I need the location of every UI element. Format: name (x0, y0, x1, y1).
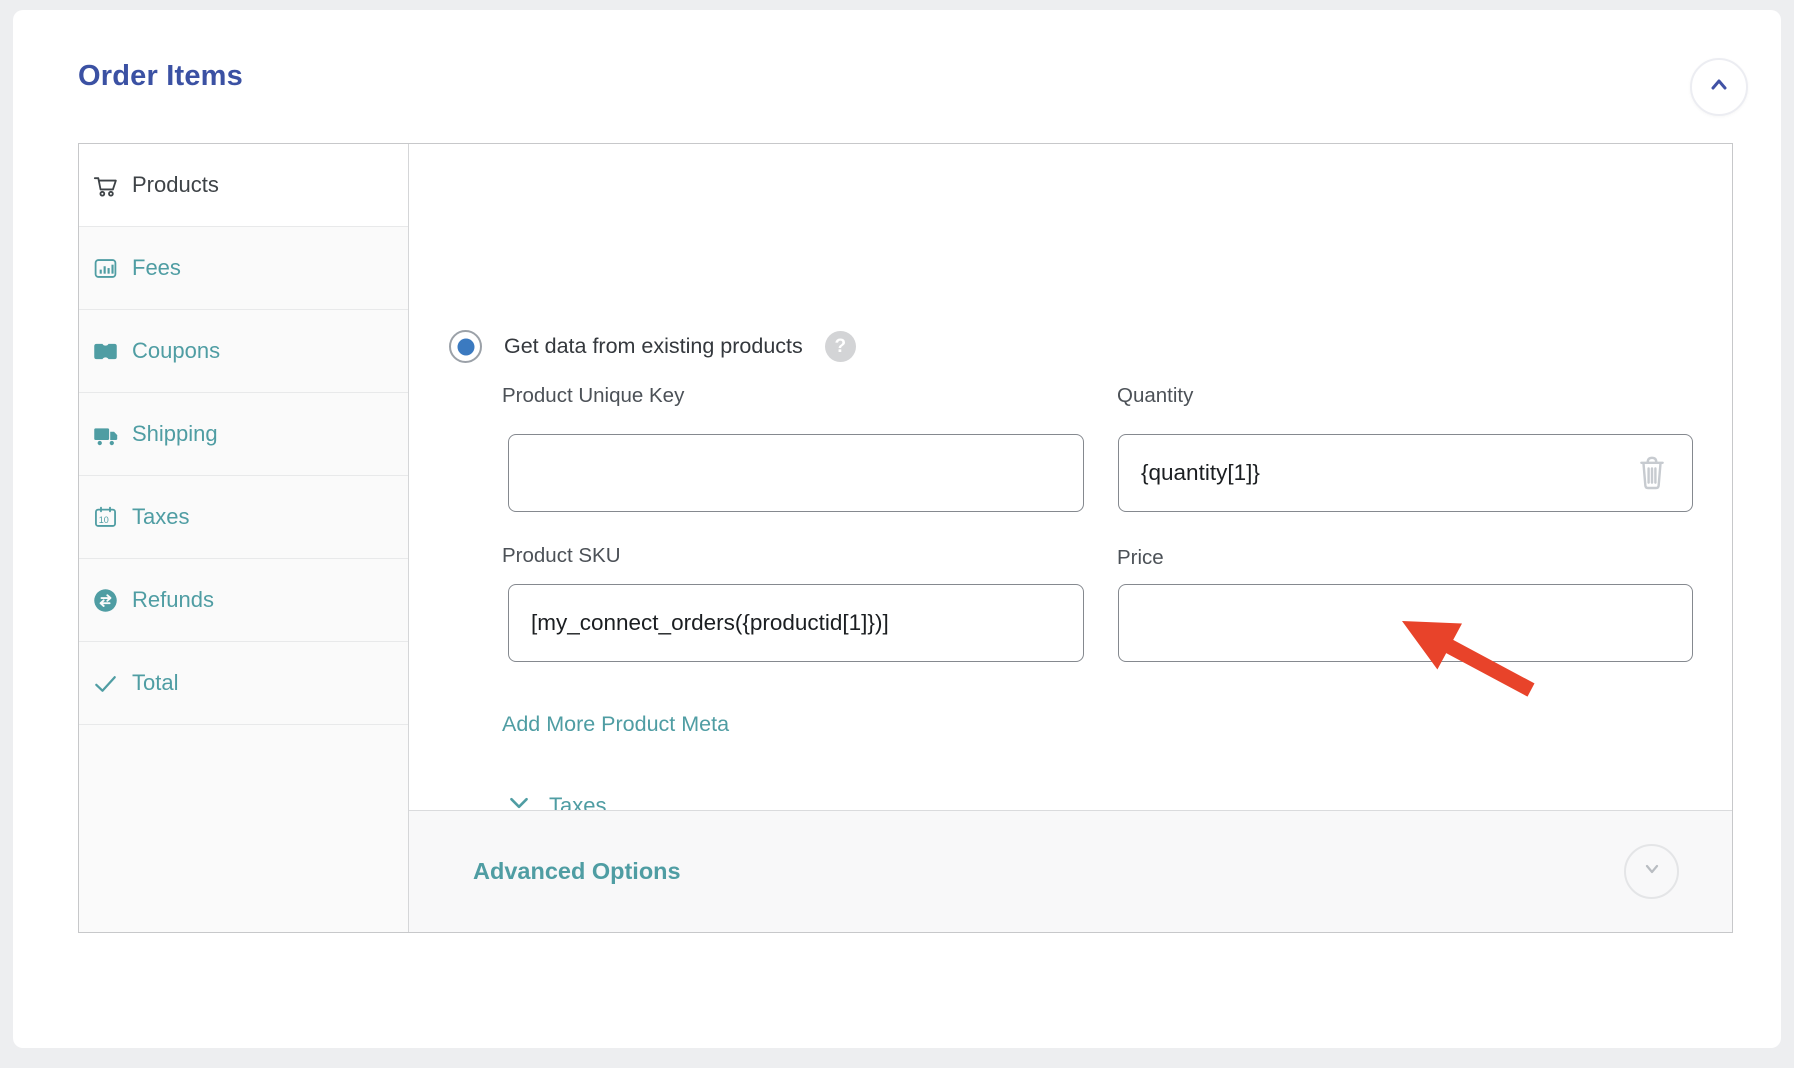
sidebar-item-label: Coupons (132, 338, 220, 364)
page-title: Order Items (78, 60, 243, 93)
sidebar-item-label: Taxes (132, 504, 189, 530)
question-mark-icon[interactable]: ? (825, 331, 856, 362)
add-more-product-meta-link[interactable]: Add More Product Meta (502, 712, 729, 737)
quantity-input[interactable] (1118, 434, 1693, 512)
sidebar-item-label: Products (132, 172, 219, 198)
products-tab-content: Get data from existing products ? Produc… (409, 144, 1732, 932)
advanced-options-section: Advanced Options (409, 810, 1732, 932)
product-sku-input[interactable] (508, 584, 1084, 662)
sidebar-item-label: Shipping (132, 421, 218, 447)
svg-text:10: 10 (99, 514, 109, 524)
sidebar-item-label: Refunds (132, 587, 214, 613)
sidebar-item-label: Total (132, 670, 178, 696)
screen: Order Items (0, 0, 1794, 1068)
chevron-up-icon (1705, 71, 1733, 104)
sidebar-item-products[interactable]: Products (79, 144, 408, 227)
sidebar-item-label: Fees (132, 255, 181, 281)
advanced-options-expand-button[interactable] (1624, 844, 1679, 899)
bar-chart-icon (92, 255, 119, 282)
sidebar-item-coupons[interactable]: Coupons (79, 310, 408, 393)
product-unique-key-input[interactable] (508, 434, 1084, 512)
order-items-sidebar: Products Fees (79, 144, 409, 932)
refund-arrows-icon (92, 587, 119, 614)
advanced-options-toggle[interactable]: Advanced Options (473, 858, 681, 885)
price-label: Price (1117, 546, 1164, 570)
trash-icon[interactable] (1634, 450, 1670, 494)
order-items-card: Order Items (13, 10, 1781, 1048)
price-input[interactable] (1118, 584, 1693, 662)
sidebar-item-total[interactable]: Total (79, 642, 408, 725)
ticket-icon (92, 338, 119, 365)
chevron-down-icon (1639, 856, 1665, 887)
sidebar-item-shipping[interactable]: Shipping (79, 393, 408, 476)
radio-get-existing-products[interactable] (449, 330, 482, 363)
quantity-label: Quantity (1117, 384, 1193, 408)
product-unique-key-label: Product Unique Key (502, 384, 684, 408)
option-label: Get data from existing products (504, 334, 803, 359)
sidebar-item-taxes[interactable]: 10 Taxes (79, 476, 408, 559)
product-sku-label: Product SKU (502, 544, 621, 568)
collapse-section-button[interactable] (1690, 58, 1748, 116)
checkmark-icon (92, 670, 119, 697)
sidebar-item-refunds[interactable]: Refunds (79, 559, 408, 642)
truck-icon (92, 421, 119, 448)
cart-icon (92, 172, 119, 199)
sidebar-item-fees[interactable]: Fees (79, 227, 408, 310)
order-items-panel: Products Fees (78, 143, 1733, 933)
option-get-existing-products: Get data from existing products ? (449, 330, 856, 363)
calendar-icon: 10 (92, 504, 119, 531)
